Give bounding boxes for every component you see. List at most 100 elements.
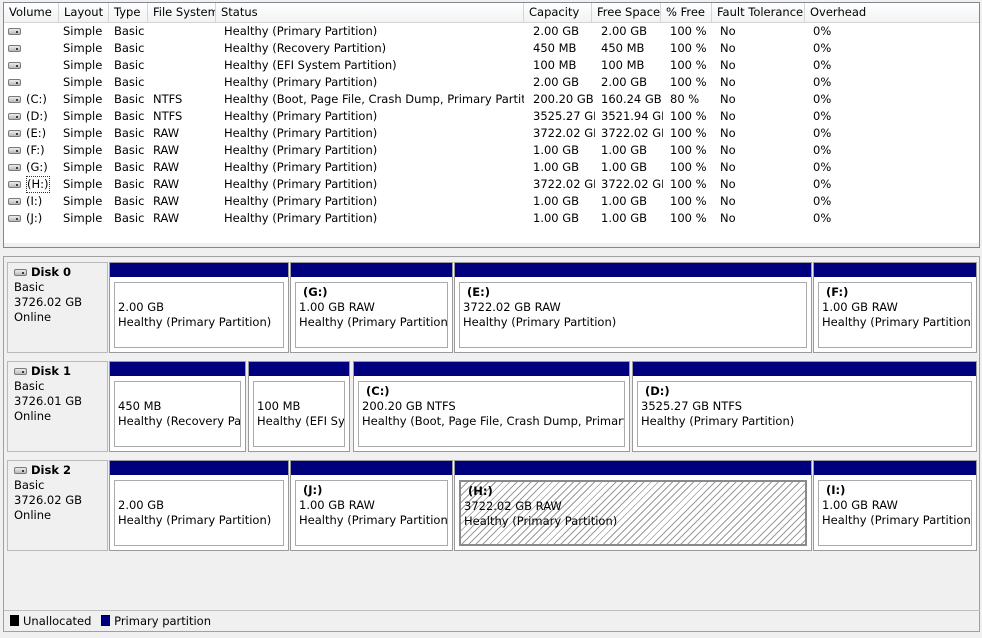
volume-row[interactable]: (H:) Simple Basic RAW Healthy (Primary Parti…	[4, 176, 979, 193]
column-header-overhead[interactable]: Overhead	[805, 3, 979, 22]
column-header-fault-tolerance[interactable]: Fault Tolerance	[712, 3, 805, 22]
volume-row[interactable]: (J:) Simple Basic RAW Healthy (Primary Parti…	[4, 210, 979, 227]
partition-status: Healthy (EFI Syste	[257, 414, 345, 428]
partition-size: 3722.02 GB RAW	[464, 499, 562, 513]
drive-icon	[8, 62, 21, 69]
volume-layout-cell: Simple	[63, 41, 103, 55]
volume-row[interactable]: (I:) Simple Basic RAW Healthy (Primary Parti…	[4, 193, 979, 210]
partition-block[interactable]: (H:) 3722.02 GB RAW Healthy (Primary Parti…	[454, 460, 812, 551]
volume-status-cell: Healthy (Primary Partition)	[224, 24, 378, 38]
partition-block[interactable]: (I:) 1.00 GB RAW Healthy (Primary Partitio…	[813, 460, 977, 551]
partition-block[interactable]: (C:) 200.20 GB NTFS Healthy (Boot, Page Fi…	[353, 361, 630, 452]
volume-capacity-cell: 3525.27 GB	[533, 109, 595, 123]
partition-status: Healthy (Primary Partition)	[822, 315, 972, 329]
disk-info-panel[interactable]: Disk 0 Basic 3726.02 GB Online	[7, 262, 108, 353]
volume-pct-cell: 100 %	[670, 126, 707, 140]
volume-fs-cell: RAW	[153, 177, 180, 191]
volume-fault-cell: No	[720, 143, 736, 157]
partition-type-bar	[110, 362, 245, 376]
partition-letter: (H:)	[468, 484, 493, 498]
partition-letter: (C:)	[366, 384, 390, 398]
volume-letter: (E:)	[26, 126, 47, 140]
volume-free-cell: 1.00 GB	[601, 160, 648, 174]
partition-block[interactable]: (J:) 1.00 GB RAW Healthy (Primary Partitio…	[290, 460, 453, 551]
volume-capacity-cell: 1.00 GB	[533, 194, 580, 208]
legend-unallocated-label: Unallocated	[23, 614, 92, 628]
volume-row[interactable]: (C:) Simple Basic NTFS Healthy (Boot, Page F…	[4, 91, 979, 108]
partition-block[interactable]: (F:) 1.00 GB RAW Healthy (Primary Partitio…	[813, 262, 977, 353]
volume-free-cell: 2.00 GB	[601, 24, 648, 38]
disk-size: 3726.02 GB	[14, 295, 83, 309]
partition-body: (H:) 3722.02 GB RAW Healthy (Primary Parti…	[459, 480, 807, 546]
partition-status: Healthy (Primary Partition)	[641, 414, 795, 428]
partition-body: (J:) 1.00 GB RAW Healthy (Primary Partitio…	[295, 480, 448, 546]
volume-fault-cell: No	[720, 41, 736, 55]
partition-status: Healthy (Recovery Parti	[118, 414, 241, 428]
partition-block[interactable]: 2.00 GB Healthy (Primary Partition)	[109, 262, 289, 353]
volume-layout-cell: Simple	[63, 160, 103, 174]
volume-capacity-cell: 1.00 GB	[533, 211, 580, 225]
partition-block[interactable]: (D:) 3525.27 GB NTFS Healthy (Primary Part…	[632, 361, 977, 452]
disk-info-panel[interactable]: Disk 1 Basic 3726.01 GB Online	[7, 361, 108, 452]
volume-capacity-cell: 450 MB	[533, 41, 577, 55]
volume-free-cell: 3722.02 GB	[601, 126, 663, 140]
volume-overhead-cell: 0%	[813, 109, 832, 123]
column-header-status[interactable]: Status	[216, 3, 524, 22]
partition-size: 2.00 GB	[118, 300, 165, 314]
volume-overhead-cell: 0%	[813, 194, 832, 208]
partition-block[interactable]: (G:) 1.00 GB RAW Healthy (Primary Partitio…	[290, 262, 453, 353]
disk-type: Basic	[14, 478, 45, 492]
disk-map[interactable]: Disk 0 Basic 3726.02 GB Online 2.00 GB Healt…	[3, 256, 980, 632]
drive-icon	[8, 164, 21, 171]
partition-size: 450 MB	[118, 399, 162, 413]
partition-block[interactable]: 100 MBHealthy (EFI Syste	[248, 361, 350, 452]
partition-letter: (E:)	[467, 285, 490, 299]
volume-row[interactable]: Simple Basic Healthy (Primary Partition) 2.…	[4, 74, 979, 91]
volume-fault-cell: No	[720, 211, 736, 225]
volume-row[interactable]: Simple Basic Healthy (Recovery Partition) 4…	[4, 40, 979, 57]
partition-letter: (G:)	[303, 285, 328, 299]
volume-overhead-cell: 0%	[813, 24, 832, 38]
partition-size: 200.20 GB NTFS	[362, 399, 456, 413]
volume-row[interactable]: (D:) Simple Basic NTFS Healthy (Primary Part…	[4, 108, 979, 125]
volume-type-cell: Basic	[114, 211, 145, 225]
column-header-free-space[interactable]: Free Space	[592, 3, 661, 22]
partition-body: 2.00 GB Healthy (Primary Partition)	[114, 480, 284, 546]
column-header-percent-free[interactable]: % Free	[661, 3, 712, 22]
volume-row[interactable]: Simple Basic Healthy (EFI System Partition…	[4, 57, 979, 74]
partition-type-bar	[455, 461, 811, 475]
column-header-type[interactable]: Type	[109, 3, 148, 22]
volume-type-cell: Basic	[114, 58, 145, 72]
column-header-file-system[interactable]: File System	[148, 3, 216, 22]
column-header-layout[interactable]: Layout	[59, 3, 109, 22]
column-header-volume[interactable]: Volume	[4, 3, 59, 22]
volume-row[interactable]: (F:) Simple Basic RAW Healthy (Primary Parti…	[4, 142, 979, 159]
partition-body: 100 MBHealthy (EFI Syste	[253, 381, 345, 447]
volume-type-cell: Basic	[114, 92, 145, 106]
volume-capacity-cell: 100 MB	[533, 58, 577, 72]
volume-row[interactable]: Simple Basic Healthy (Primary Partition) 2.…	[4, 23, 979, 40]
partition-status: Healthy (Primary Partition)	[118, 513, 272, 527]
partition-block[interactable]: (E:) 3722.02 GB RAW Healthy (Primary Parti…	[454, 262, 812, 353]
column-header-capacity[interactable]: Capacity	[524, 3, 592, 22]
drive-icon	[8, 147, 21, 154]
partition-block[interactable]: 450 MB Healthy (Recovery Parti	[109, 361, 246, 452]
volume-layout-cell: Simple	[63, 92, 103, 106]
volume-layout-cell: Simple	[63, 58, 103, 72]
volume-pct-cell: 100 %	[670, 211, 707, 225]
volume-capacity-cell: 2.00 GB	[533, 75, 580, 89]
volume-status-cell: Healthy (Primary Partition)	[224, 211, 378, 225]
volume-row[interactable]: (G:) Simple Basic RAW Healthy (Primary Parti…	[4, 159, 979, 176]
partition-size: 1.00 GB RAW	[822, 300, 898, 314]
volume-type-cell: Basic	[114, 126, 145, 140]
partition-block[interactable]: 2.00 GB Healthy (Primary Partition)	[109, 460, 289, 551]
volume-row[interactable]: (E:) Simple Basic RAW Healthy (Primary Parti…	[4, 125, 979, 142]
volume-pct-cell: 80 %	[670, 92, 700, 106]
volume-fs-cell: RAW	[153, 194, 180, 208]
volume-list[interactable]: Volume Layout Type File System Status Ca…	[3, 2, 980, 248]
volume-status-cell: Healthy (Primary Partition)	[224, 126, 378, 140]
volume-status-cell: Healthy (Primary Partition)	[224, 160, 378, 174]
disk-info-panel[interactable]: Disk 2 Basic 3726.02 GB Online	[7, 460, 108, 551]
volume-pct-cell: 100 %	[670, 58, 707, 72]
drive-icon	[8, 198, 21, 205]
